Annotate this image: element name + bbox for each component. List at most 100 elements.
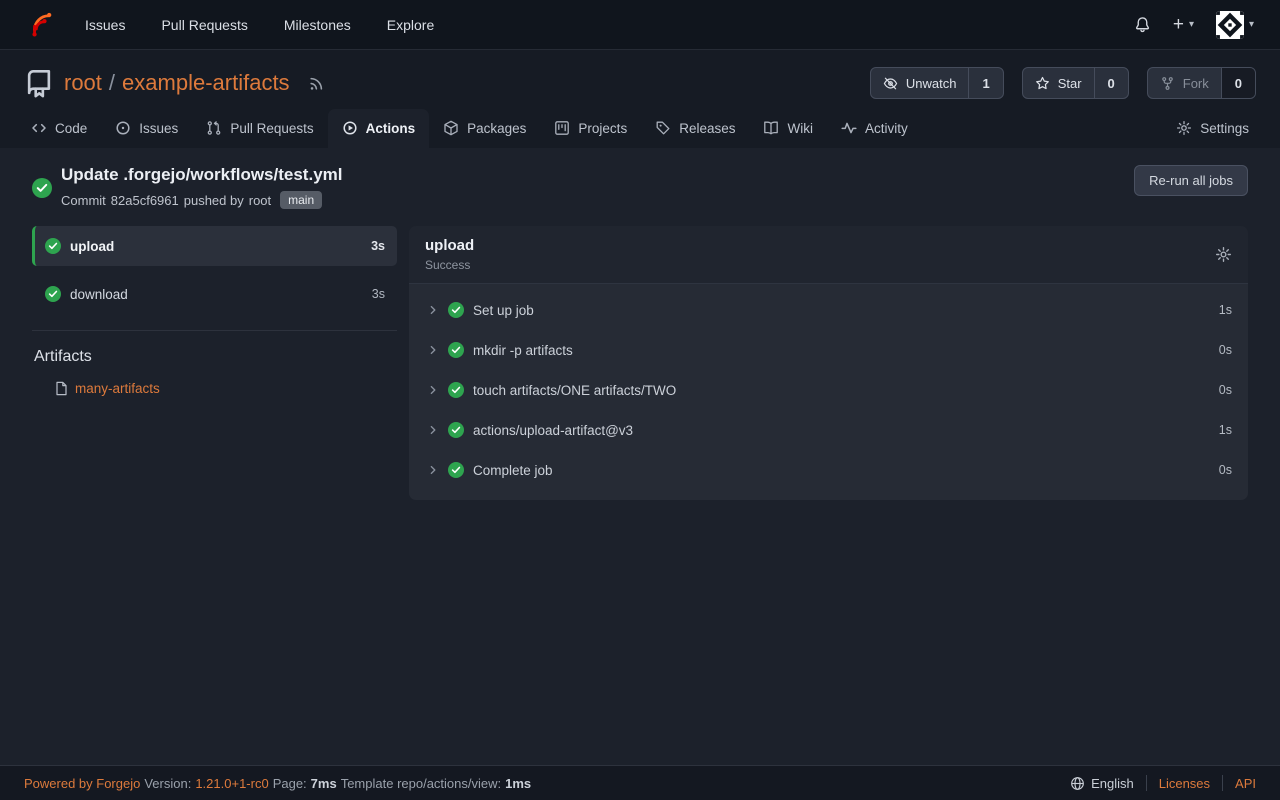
success-check-icon — [45, 238, 61, 254]
forgejo-logo-icon[interactable] — [26, 11, 53, 38]
tab-actions[interactable]: Actions — [328, 109, 430, 148]
tab-label: Issues — [139, 121, 178, 136]
run-subtitle: Commit 82a5cf6961 pushed by root main — [61, 191, 343, 209]
tab-releases[interactable]: Releases — [641, 109, 749, 148]
job-detail-header: upload Success — [409, 226, 1248, 284]
version-label: Version: — [144, 776, 191, 791]
step-name: Set up job — [473, 303, 1210, 318]
chevron-right-icon — [427, 424, 439, 436]
watch-count[interactable]: 1 — [968, 68, 1002, 98]
repo-header: root / example-artifacts — [0, 50, 1280, 148]
commit-label: Commit — [61, 193, 106, 208]
step-duration: 0s — [1219, 383, 1232, 397]
pushed-by-label: pushed by — [184, 193, 244, 208]
gear-icon — [1176, 120, 1192, 136]
nav-explore[interactable]: Explore — [387, 9, 434, 41]
nav-issues[interactable]: Issues — [85, 9, 125, 41]
plus-icon: + — [1173, 15, 1184, 34]
star-count[interactable]: 0 — [1094, 68, 1128, 98]
version-link[interactable]: 1.21.0+1-rc0 — [195, 776, 268, 791]
job-item-upload[interactable]: upload 3s — [32, 226, 397, 266]
nav-pull-requests[interactable]: Pull Requests — [161, 9, 247, 41]
job-detail-panel: upload Success Set — [409, 226, 1248, 500]
success-check-icon — [448, 422, 464, 438]
tab-wiki[interactable]: Wiki — [749, 109, 827, 148]
step-row[interactable]: actions/upload-artifact@v3 1s — [409, 410, 1248, 450]
breadcrumb: root / example-artifacts — [64, 70, 290, 96]
breadcrumb-separator: / — [109, 70, 115, 96]
step-duration: 0s — [1219, 463, 1232, 477]
git-pull-request-icon — [206, 120, 222, 136]
api-link[interactable]: API — [1235, 776, 1256, 791]
rerun-all-jobs-button[interactable]: Re-run all jobs — [1134, 165, 1248, 196]
code-icon — [31, 120, 47, 136]
play-circle-icon — [342, 120, 358, 136]
eye-closed-icon — [883, 76, 898, 91]
file-icon — [54, 381, 69, 396]
step-name: mkdir -p artifacts — [473, 343, 1210, 358]
step-duration: 0s — [1219, 343, 1232, 357]
avatar — [1216, 11, 1244, 39]
job-item-download[interactable]: download 3s — [32, 274, 397, 314]
actions-run-view: Update .forgejo/workflows/test.yml Commi… — [0, 148, 1280, 765]
template-time-label: Template repo/actions/view: — [341, 776, 501, 791]
fork-count[interactable]: 0 — [1221, 68, 1255, 98]
divider — [1146, 775, 1147, 791]
unwatch-button[interactable]: Unwatch 1 — [870, 67, 1004, 99]
artifacts-heading: Artifacts — [34, 348, 397, 366]
repo-owner-link[interactable]: root — [64, 70, 102, 96]
star-button[interactable]: Star 0 — [1022, 67, 1129, 99]
success-check-icon — [32, 166, 52, 209]
pusher-link[interactable]: root — [249, 193, 271, 208]
tab-projects[interactable]: Projects — [540, 109, 641, 148]
tab-label: Settings — [1200, 121, 1249, 136]
tab-label: Projects — [578, 121, 627, 136]
tab-settings[interactable]: Settings — [1162, 109, 1263, 148]
branch-badge[interactable]: main — [280, 191, 322, 209]
tab-issues[interactable]: Issues — [101, 109, 192, 148]
step-row[interactable]: Set up job 1s — [409, 290, 1248, 330]
fork-icon — [1160, 76, 1175, 91]
chevron-right-icon — [427, 464, 439, 476]
step-name: touch artifacts/ONE artifacts/TWO — [473, 383, 1210, 398]
tab-packages[interactable]: Packages — [429, 109, 540, 148]
tab-activity[interactable]: Activity — [827, 109, 922, 148]
tab-code[interactable]: Code — [17, 109, 101, 148]
star-icon — [1035, 76, 1050, 91]
commit-sha[interactable]: 82a5cf6961 — [111, 193, 179, 208]
repo-name-link[interactable]: example-artifacts — [122, 70, 290, 96]
job-steps-list: Set up job 1s mkdir -p artifacts 0s — [409, 284, 1248, 500]
user-menu-dropdown[interactable]: ▾ — [1216, 11, 1254, 39]
tab-label: Packages — [467, 121, 526, 136]
language-selector[interactable]: English — [1070, 776, 1134, 791]
tab-label: Wiki — [787, 121, 813, 136]
job-list: upload 3s download 3s Artifacts many-art… — [32, 226, 397, 500]
star-label: Star — [1058, 76, 1082, 91]
chevron-down-icon: ▾ — [1249, 19, 1254, 30]
rss-icon[interactable] — [308, 75, 325, 92]
artifact-item[interactable]: many-artifacts — [54, 381, 397, 396]
step-row[interactable]: Complete job 0s — [409, 450, 1248, 490]
job-options-gear-icon[interactable] — [1215, 246, 1232, 263]
tab-label: Code — [55, 121, 87, 136]
notifications-bell-icon[interactable] — [1134, 16, 1151, 33]
create-new-dropdown[interactable]: + ▾ — [1173, 15, 1194, 34]
nav-milestones[interactable]: Milestones — [284, 9, 351, 41]
step-row[interactable]: touch artifacts/ONE artifacts/TWO 0s — [409, 370, 1248, 410]
footer: Powered by Forgejo Version: 1.21.0+1-rc0… — [0, 765, 1280, 800]
top-navbar: Issues Pull Requests Milestones Explore … — [0, 0, 1280, 50]
licenses-link[interactable]: Licenses — [1159, 776, 1210, 791]
tab-label: Pull Requests — [230, 121, 313, 136]
chevron-right-icon — [427, 304, 439, 316]
powered-by-link[interactable]: Powered by Forgejo — [24, 776, 140, 791]
success-check-icon — [448, 342, 464, 358]
issue-opened-icon — [115, 120, 131, 136]
unwatch-label: Unwatch — [906, 76, 957, 91]
tab-pull-requests[interactable]: Pull Requests — [192, 109, 327, 148]
divider — [1222, 775, 1223, 791]
globe-icon — [1070, 776, 1085, 791]
artifact-link[interactable]: many-artifacts — [75, 381, 160, 396]
success-check-icon — [45, 286, 61, 302]
step-row[interactable]: mkdir -p artifacts 0s — [409, 330, 1248, 370]
book-icon — [763, 120, 779, 136]
